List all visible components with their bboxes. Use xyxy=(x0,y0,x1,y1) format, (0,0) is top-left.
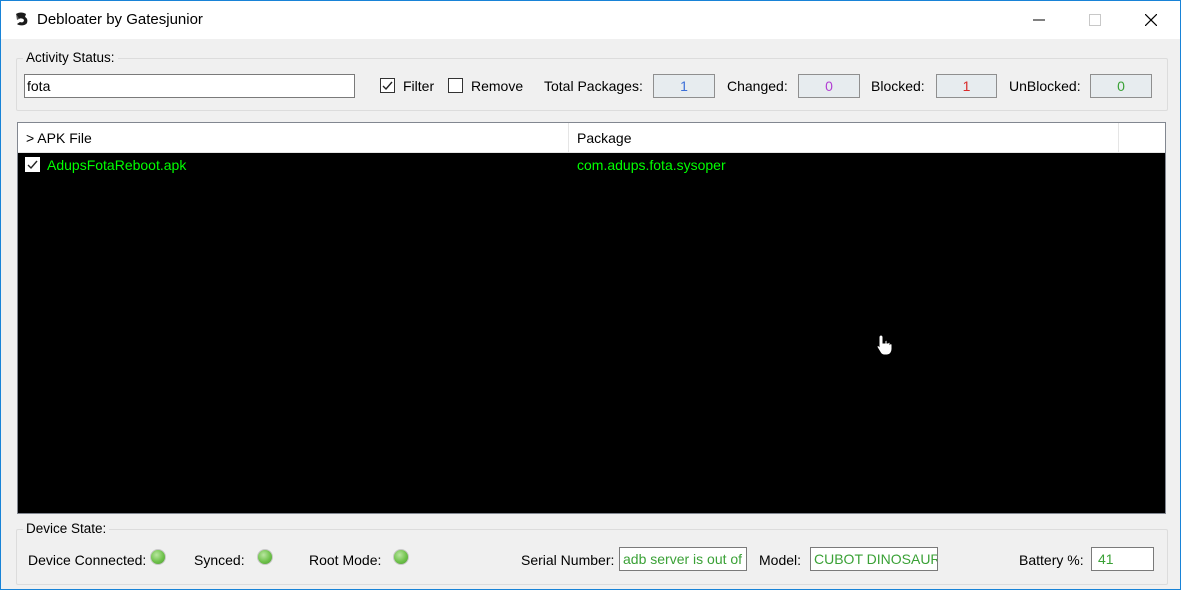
list-header: > APK File Package xyxy=(18,123,1165,153)
window-title: Debloater by Gatesjunior xyxy=(37,11,203,28)
device-state-label: Device State: xyxy=(23,521,110,536)
total-packages-value: 1 xyxy=(653,74,715,98)
changed-value: 0 xyxy=(798,74,860,98)
row-apk-file: AdupsFotaReboot.apk xyxy=(47,157,187,173)
remove-checkbox[interactable] xyxy=(448,78,463,93)
close-button[interactable] xyxy=(1123,1,1179,39)
column-header-package[interactable]: Package xyxy=(569,123,1119,153)
maximize-icon xyxy=(1089,14,1101,26)
minimize-button[interactable] xyxy=(1011,1,1067,39)
model-field[interactable]: CUBOT DINOSAUR xyxy=(810,547,938,571)
blocked-label: Blocked: xyxy=(871,78,925,94)
battery-field[interactable]: 41 xyxy=(1091,547,1154,571)
synced-indicator-icon xyxy=(257,549,273,565)
row-package-name: com.adups.fota.sysoper xyxy=(577,157,726,173)
filter-checkbox[interactable] xyxy=(380,78,395,93)
maximize-button[interactable] xyxy=(1067,1,1123,39)
battery-label: Battery %: xyxy=(1019,552,1084,568)
model-label: Model: xyxy=(759,552,802,568)
remove-label[interactable]: Remove xyxy=(471,78,523,94)
serial-number-field[interactable]: adb server is out of date. killing... xyxy=(619,547,747,571)
title-bar[interactable]: Debloater by Gatesjunior xyxy=(1,1,1180,39)
checkmark-icon xyxy=(27,160,38,170)
unblocked-label: UnBlocked: xyxy=(1009,78,1081,94)
search-input[interactable]: fota xyxy=(24,74,355,98)
root-mode-indicator-icon xyxy=(393,549,409,565)
row-checkbox[interactable] xyxy=(25,157,40,172)
activity-status-label: Activity Status: xyxy=(23,50,118,65)
unblocked-value: 0 xyxy=(1090,74,1152,98)
app-window: Debloater by Gatesjunior Activity Status… xyxy=(0,0,1181,590)
table-row[interactable]: AdupsFotaReboot.apk com.adups.fota.sysop… xyxy=(18,154,1165,176)
device-connected-indicator-icon xyxy=(150,549,166,565)
device-connected-label: Device Connected: xyxy=(28,552,147,568)
filter-label[interactable]: Filter xyxy=(403,78,434,94)
minimize-icon xyxy=(1033,19,1045,21)
synced-label: Synced: xyxy=(194,552,245,568)
changed-label: Changed: xyxy=(727,78,788,94)
app-logo-icon xyxy=(16,12,28,26)
close-icon xyxy=(1145,14,1157,26)
serial-number-label: Serial Number: xyxy=(521,552,615,568)
total-packages-label: Total Packages: xyxy=(544,78,643,94)
blocked-value: 1 xyxy=(936,74,997,98)
hand-cursor-icon xyxy=(876,334,893,356)
root-mode-label: Root Mode: xyxy=(309,552,382,568)
checkmark-icon xyxy=(382,81,393,91)
package-list[interactable]: > APK File Package AdupsFotaReboot.apk c… xyxy=(17,122,1166,514)
column-header-apk-file[interactable]: > APK File xyxy=(18,123,569,153)
